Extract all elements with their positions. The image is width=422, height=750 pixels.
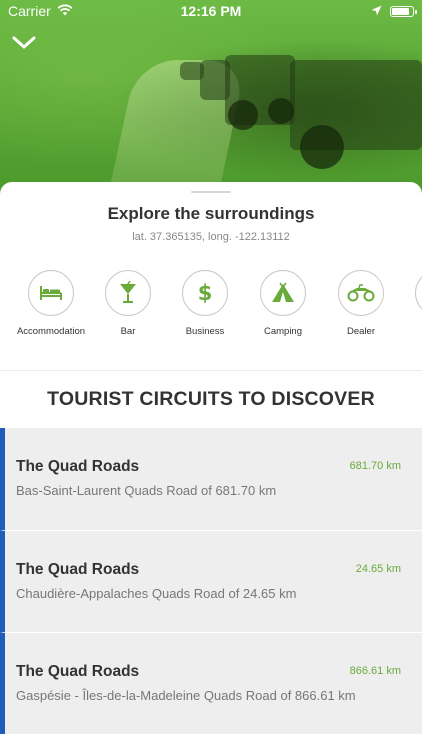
atv-vehicle [200,60,230,100]
category-label: Dealer [347,326,375,337]
circuit-name: The Quad Roads [16,663,140,680]
circuit-item[interactable]: The Quad Roads Chaudière-Appalaches Quad… [0,530,422,632]
circuit-description: Bas-Saint-Laurent Quads Road of 681.70 k… [16,483,277,498]
category-dealer[interactable]: Dealer [322,270,400,337]
category-partial[interactable]: Ga [399,270,422,337]
category-accommodation[interactable]: Accommodation [12,270,90,337]
bottom-sheet: Explore the surroundings lat. 37.365135,… [0,182,422,750]
tent-icon [260,270,306,316]
bed-icon [28,270,74,316]
atv-vehicle [180,62,204,80]
circuit-item[interactable]: The Quad Roads Gaspésie - Îles-de-la-Mad… [0,632,422,734]
sheet-grabber[interactable] [191,191,231,193]
cocktail-icon [105,270,151,316]
dollar-icon: $ [182,270,228,316]
category-label: Accommodation [16,326,86,337]
section-divider [0,370,422,371]
atv-wheel [300,125,344,169]
chevron-down-icon [12,36,36,49]
category-label: Bar [120,326,136,337]
category-label: Business [185,326,225,337]
category-carousel[interactable]: Accommodation Bar $ Business Camping Dea… [0,270,422,350]
circuit-distance: 681.70 km [349,460,401,472]
status-bar: Carrier 12:16 PM [0,0,422,22]
hero-image [0,0,422,200]
atv-wheel [228,100,258,130]
page-title: Explore the surroundings [107,204,315,223]
category-camping[interactable]: Camping [244,270,322,337]
collapse-button[interactable] [10,32,38,54]
partial-icon [415,270,422,316]
location-arrow-icon [371,3,382,19]
circuit-name: The Quad Roads [16,458,140,475]
coordinates-label: lat. 37.365135, long. -122.13112 [132,231,290,243]
circuit-description: Gaspésie - Îles-de-la-Madeleine Quads Ro… [16,688,356,703]
category-business[interactable]: $ Business [166,270,244,337]
circuit-item[interactable]: The Quad Roads Bas-Saint-Laurent Quads R… [0,428,422,530]
category-bar[interactable]: Bar [89,270,167,337]
battery-icon [390,5,417,17]
circuit-distance: 24.65 km [355,563,401,575]
circuit-name: The Quad Roads [16,561,140,578]
status-time: 12:16 PM [180,3,242,19]
svg-text:$: $ [198,281,213,305]
atv-icon [338,270,384,316]
circuit-description: Chaudière-Appalaches Quads Road of 24.65… [16,586,297,601]
section-title: TOURIST CIRCUITS TO DISCOVER [47,388,375,410]
circuit-distance: 866.61 km [349,665,401,677]
category-label: Camping [263,326,303,337]
atv-wheel [268,98,294,124]
circuit-list: The Quad Roads Bas-Saint-Laurent Quads R… [0,428,422,734]
